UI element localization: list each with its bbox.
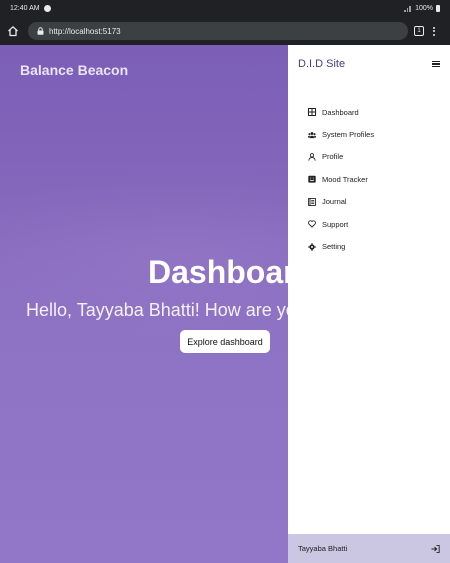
battery-percent: 100% [415,5,433,12]
nav-item-support[interactable]: Support [288,213,450,235]
hamburger-menu-icon[interactable] [432,60,440,68]
status-time: 12:40 AM [10,5,40,12]
message-icon [43,5,51,12]
nav-item-label: Setting [322,242,346,252]
brand-logo-text[interactable]: Balance Beacon [20,62,128,78]
drawer-title: D.I.D Site [298,58,346,70]
nav-item-label: Profile [322,152,344,162]
nav-item-label: Support [322,219,349,229]
lock-icon [36,27,44,35]
nav-item-label: Dashboard [322,107,359,117]
home-icon[interactable] [6,24,20,38]
footer-username: Tayyaba Bhatti [298,544,348,553]
nav-item-label: Mood Tracker [322,174,368,184]
signal-icon [404,5,412,12]
drawer-nav: Dashboard System Profiles Profile Mood T… [288,101,450,258]
drawer-header: D.I.D Site [288,45,450,83]
nav-item-label: System Profiles [322,130,375,140]
drawer-footer: Tayyaba Bhatti [288,534,450,563]
browser-toolbar: http://localhost:5173 1 [0,17,450,45]
nav-item-journal[interactable]: Journal [288,191,450,213]
nav-item-profile[interactable]: Profile [288,146,450,168]
gear-icon [308,242,316,251]
nav-item-system-profiles[interactable]: System Profiles [288,123,450,145]
user-icon [308,153,316,161]
hero-greeting: Hello, Tayyaba Bhatti! How are you [26,300,306,320]
browser-menu-icon[interactable] [433,26,436,36]
nav-item-mood-tracker[interactable]: Mood Tracker [288,168,450,190]
grid-icon [308,108,316,117]
nav-item-setting[interactable]: Setting [288,235,450,257]
heart-icon [308,220,316,228]
nav-item-label: Journal [322,197,347,207]
url-bar[interactable]: http://localhost:5173 [28,22,408,40]
url-text: http://localhost:5173 [49,26,121,36]
mood-icon [308,175,316,183]
tab-switcher-icon[interactable]: 1 [414,26,424,36]
nav-item-dashboard[interactable]: Dashboard [288,101,450,123]
status-bar: 12:40 AM 100% [0,0,450,17]
side-drawer: D.I.D Site Dashboard System Profiles Pro… [288,45,450,563]
journal-icon [308,197,316,206]
users-icon [308,131,316,139]
explore-dashboard-button[interactable]: Explore dashboard [180,330,270,353]
logout-icon[interactable] [431,544,440,553]
battery-icon [436,5,440,12]
